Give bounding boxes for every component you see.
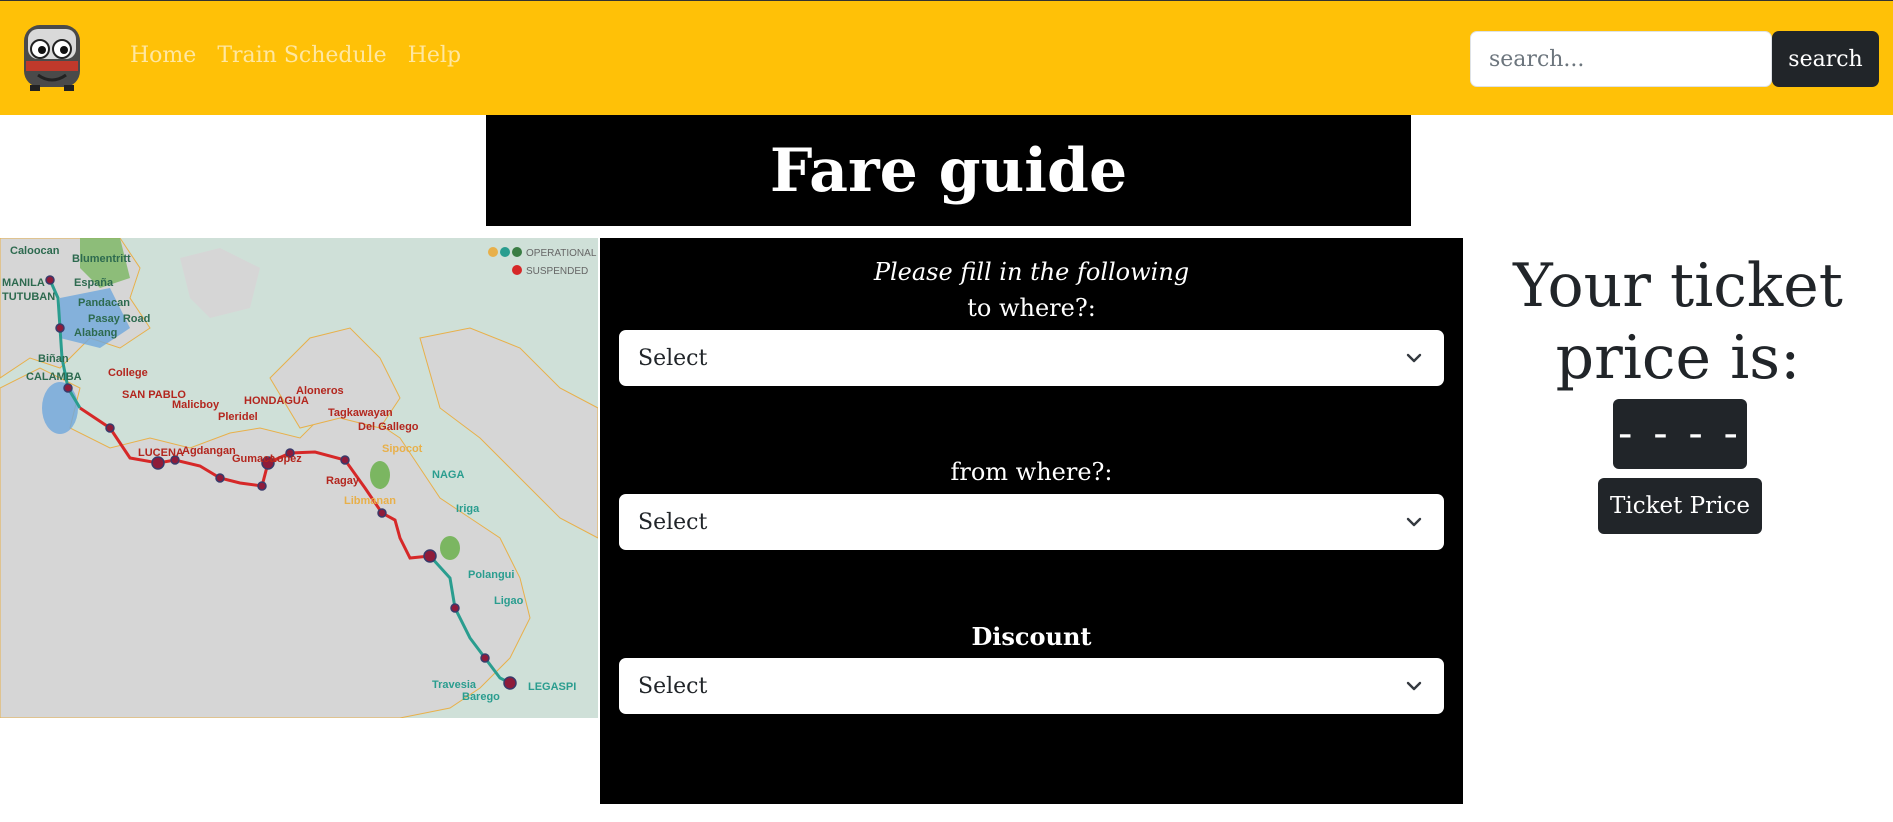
station-label: Lopez [270, 453, 302, 465]
station-label: CALAMBA [26, 371, 82, 383]
train-mascot-logo[interactable] [20, 19, 84, 93]
nav-help-link[interactable]: Help [408, 43, 461, 68]
from-where-select-value: Select [638, 509, 708, 535]
nav-links: Home Train Schedule Help [130, 43, 461, 68]
station-label: Tagkawayan [328, 407, 393, 419]
station-label: NAGA [432, 469, 464, 481]
station-label: Malicboy [172, 399, 220, 411]
title-banner: Fare guide [486, 115, 1411, 226]
station-label: España [74, 277, 114, 289]
nav-home-link[interactable]: Home [130, 43, 196, 68]
station-label: Sipocot [382, 443, 423, 455]
to-where-select-value: Select [638, 345, 708, 371]
station-label: Agdangan [182, 445, 236, 457]
from-where-select[interactable]: Select [619, 494, 1444, 550]
station-label: Pleridel [218, 411, 258, 423]
station-label: Barego [462, 691, 500, 703]
rail-map-graphic: OPERATIONAL SUSPENDED Caloocan Blumentri… [0, 238, 598, 718]
to-where-select[interactable]: Select [619, 330, 1444, 386]
station-label: LUCENA [138, 447, 184, 459]
station-label: LEGASPI [528, 681, 576, 693]
chevron-down-icon [1406, 681, 1422, 691]
navbar: Home Train Schedule Help search [0, 0, 1893, 115]
search-button[interactable]: search [1772, 31, 1879, 87]
discount-select-value: Select [638, 673, 708, 699]
station-label: Polangui [468, 569, 514, 581]
chevron-down-icon [1406, 517, 1422, 527]
station-label: College [108, 367, 148, 379]
station-label: Aloneros [296, 385, 344, 397]
station-label: Alabang [74, 327, 117, 339]
legend-suspended: SUSPENDED [526, 266, 588, 277]
fare-form-panel: Please fill in the following to where?: … [600, 238, 1463, 804]
rail-route-map: OPERATIONAL SUSPENDED Caloocan Blumentri… [0, 238, 598, 718]
chevron-down-icon [1406, 353, 1422, 363]
station-label: Travesia [432, 679, 477, 691]
station-label: Del Gallego [358, 421, 419, 433]
station-label: Libmanan [344, 495, 396, 507]
ticket-price-heading: Your ticket price is: [1513, 251, 1843, 393]
legend-operational: OPERATIONAL [526, 248, 597, 259]
station-label: Ligao [494, 595, 524, 607]
nav-train-schedule-link[interactable]: Train Schedule [217, 43, 386, 68]
to-where-label: to where?: [967, 294, 1096, 322]
station-label: Iriga [456, 503, 480, 515]
page-title: Fare guide [769, 135, 1128, 206]
station-label: Pasay Road [88, 313, 150, 325]
station-label: Pandacan [78, 297, 130, 309]
ticket-price-button[interactable]: Ticket Price [1598, 478, 1762, 534]
station-label: Blumentritt [72, 253, 131, 265]
search-input[interactable] [1470, 31, 1772, 87]
station-label: Caloocan [10, 245, 60, 257]
station-label: Biñan [38, 353, 69, 365]
form-intro: Please fill in the following [873, 258, 1190, 286]
discount-label: Discount [971, 622, 1092, 651]
ticket-price-display: - - - - [1613, 399, 1747, 469]
from-where-label: from where?: [950, 458, 1113, 486]
station-label: MANILA [2, 277, 45, 289]
station-label: Ragay [326, 475, 360, 487]
discount-select[interactable]: Select [619, 658, 1444, 714]
station-label: TUTUBAN [2, 291, 55, 303]
